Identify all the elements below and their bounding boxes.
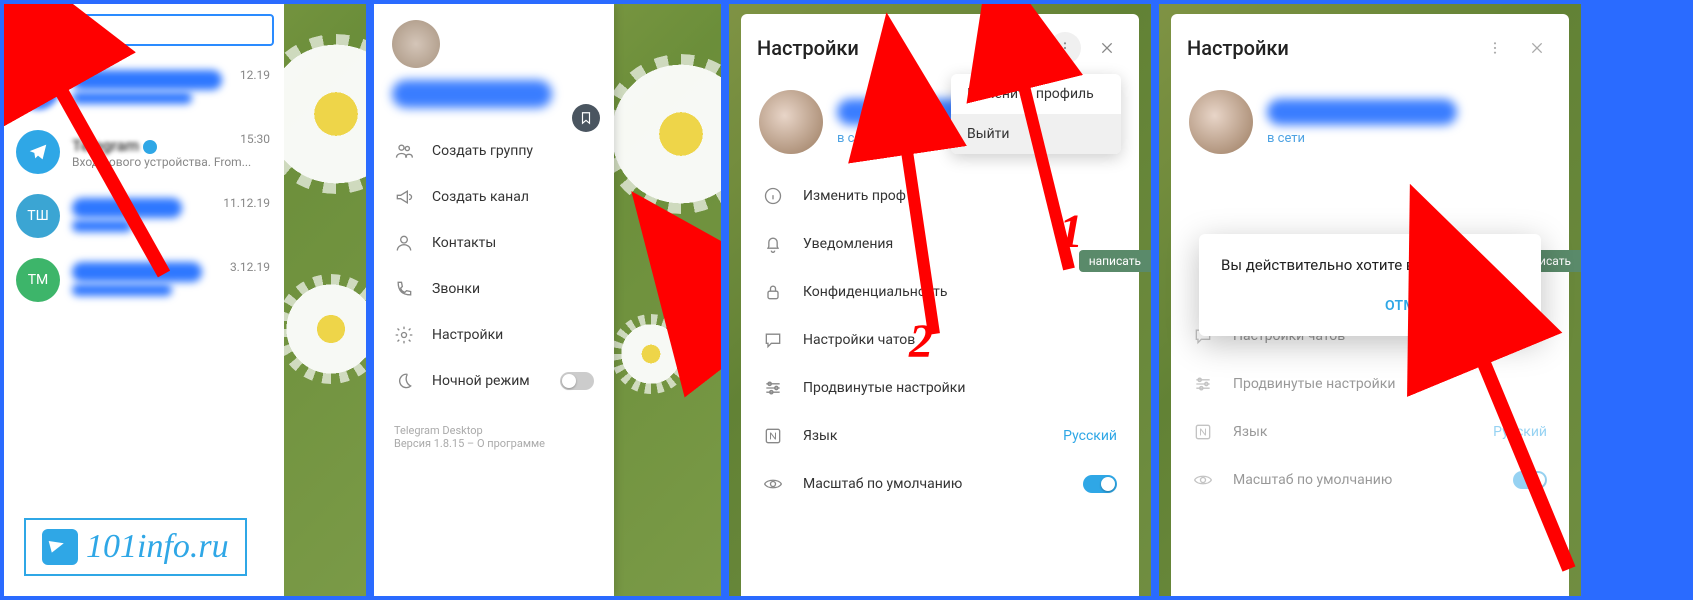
lock-icon (763, 282, 783, 302)
write-badge[interactable]: написать (1079, 250, 1151, 272)
bell-icon (763, 234, 783, 254)
sliders-icon (1193, 374, 1213, 394)
setting-privacy[interactable]: Конфиденциальность (741, 268, 1139, 316)
setting-language[interactable]: ЯзыкРусский (741, 412, 1139, 460)
eye-icon (1193, 470, 1213, 490)
menu-create-group[interactable]: Создать группу (374, 128, 614, 174)
dropdown-edit-profile[interactable]: Изменить профиль (951, 74, 1121, 114)
setting-scale[interactable]: Масштаб по умолчанию (1171, 456, 1569, 504)
user-icon (394, 233, 414, 253)
annotation-number-2: 2 (909, 314, 933, 369)
setting-chat[interactable]: Настройки чатов (741, 316, 1139, 364)
scale-toggle[interactable] (1083, 475, 1117, 493)
setting-scale[interactable]: Масштаб по умолчанию (741, 460, 1139, 508)
panel-1-chatlist: 12.19 Telegram Вход нового устройства. F… (0, 0, 370, 600)
more-button[interactable] (1049, 32, 1081, 64)
dialog-cancel-button[interactable]: ОТМЕНА (1385, 298, 1444, 314)
avatar: ТМ (16, 258, 60, 302)
lang-icon (763, 426, 783, 446)
chat-item[interactable]: ТШ 11.12.19 (4, 184, 284, 248)
app-footer: Telegram Desktop Версия 1.8.15 – О прогр… (374, 412, 614, 462)
profile-name-blurred (1267, 99, 1457, 125)
info-icon (763, 186, 783, 206)
setting-advanced[interactable]: Продвинутые настройки (1171, 360, 1569, 408)
chat-time: 15:30 (240, 132, 270, 146)
scale-toggle[interactable] (1513, 471, 1547, 489)
more-dropdown: Изменить профиль Выйти (951, 74, 1121, 154)
menu-calls[interactable]: Звонки (374, 266, 614, 312)
chat-item[interactable]: 12.19 (4, 56, 284, 120)
eye-icon (763, 474, 783, 494)
sliders-icon (763, 378, 783, 398)
chat-item[interactable]: ТМ 3.12.19 (4, 248, 284, 312)
close-button[interactable] (1521, 32, 1553, 64)
more-button[interactable] (1479, 32, 1511, 64)
settings-title: Настройки (1187, 36, 1469, 60)
lang-icon (1193, 422, 1213, 442)
logout-dialog: Вы действительно хотите выйти? ОТМЕНА ВЫ… (1199, 234, 1541, 336)
moon-icon (394, 371, 414, 391)
panel-4-logout-confirm: Настройки в сети Настройки чатов Продвин… (1155, 0, 1585, 600)
telegram-icon (42, 529, 78, 565)
language-value: Русский (1493, 424, 1547, 440)
menu-create-channel[interactable]: Создать канал (374, 174, 614, 220)
main-menu-panel: Создать группу Создать канал Контакты Зв… (374, 4, 614, 596)
online-status: в сети (1267, 131, 1457, 146)
gear-icon (394, 325, 414, 345)
annotation-number-1: 1 (1059, 204, 1083, 259)
profile-avatar (1189, 90, 1253, 154)
dropdown-logout[interactable]: Выйти (951, 114, 1121, 154)
setting-language[interactable]: ЯзыкРусский (1171, 408, 1569, 456)
profile-avatar[interactable] (392, 20, 440, 68)
settings-title: Настройки (757, 36, 1039, 60)
settings-list: Настройки чатов Продвинутые настройки Яз… (1171, 312, 1569, 504)
group-icon (394, 141, 414, 161)
avatar (16, 66, 60, 110)
megaphone-icon (394, 187, 414, 207)
chat-item-telegram[interactable]: Telegram Вход нового устройства. From...… (4, 120, 284, 184)
chat-icon (763, 330, 783, 350)
menu-settings[interactable]: Настройки (374, 312, 614, 358)
settings-profile: в сети (1171, 82, 1569, 172)
menu-night-mode[interactable]: Ночной режим (374, 358, 614, 404)
dialog-text: Вы действительно хотите выйти? (1221, 256, 1519, 274)
chat-sidebar: 12.19 Telegram Вход нового устройства. F… (4, 4, 284, 596)
bookmark-button[interactable] (572, 104, 600, 132)
close-button[interactable] (1091, 32, 1123, 64)
menu-list: Создать группу Создать канал Контакты Зв… (374, 120, 614, 412)
night-mode-toggle[interactable] (560, 372, 594, 390)
language-value: Русский (1063, 428, 1117, 444)
chat-time: 12.19 (240, 68, 270, 82)
panel-3-settings: Настройки в сети Изменить проф Уведомлен… (725, 0, 1155, 600)
profile-avatar (759, 90, 823, 154)
panel-2-mainmenu: Создать группу Создать канал Контакты Зв… (370, 0, 725, 600)
phone-icon (394, 279, 414, 299)
profile-header (374, 4, 614, 120)
settings-card: Настройки в сети Изменить проф Уведомлен… (741, 14, 1139, 596)
search-input[interactable] (48, 14, 274, 46)
verified-icon (143, 140, 157, 154)
menu-button[interactable] (14, 22, 36, 38)
menu-contacts[interactable]: Контакты (374, 220, 614, 266)
telegram-avatar (16, 130, 60, 174)
dialog-logout-button[interactable]: ВЫЙТИ (1468, 298, 1519, 314)
setting-advanced[interactable]: Продвинутые настройки (741, 364, 1139, 412)
avatar: ТШ (16, 194, 60, 238)
chat-time: 11.12.19 (223, 196, 270, 210)
chat-time: 3.12.19 (230, 260, 270, 274)
watermark-logo: 101info.ru (24, 518, 247, 576)
chat-preview: Вход нового устройства. From... (72, 155, 272, 169)
profile-name-blurred (392, 80, 552, 108)
